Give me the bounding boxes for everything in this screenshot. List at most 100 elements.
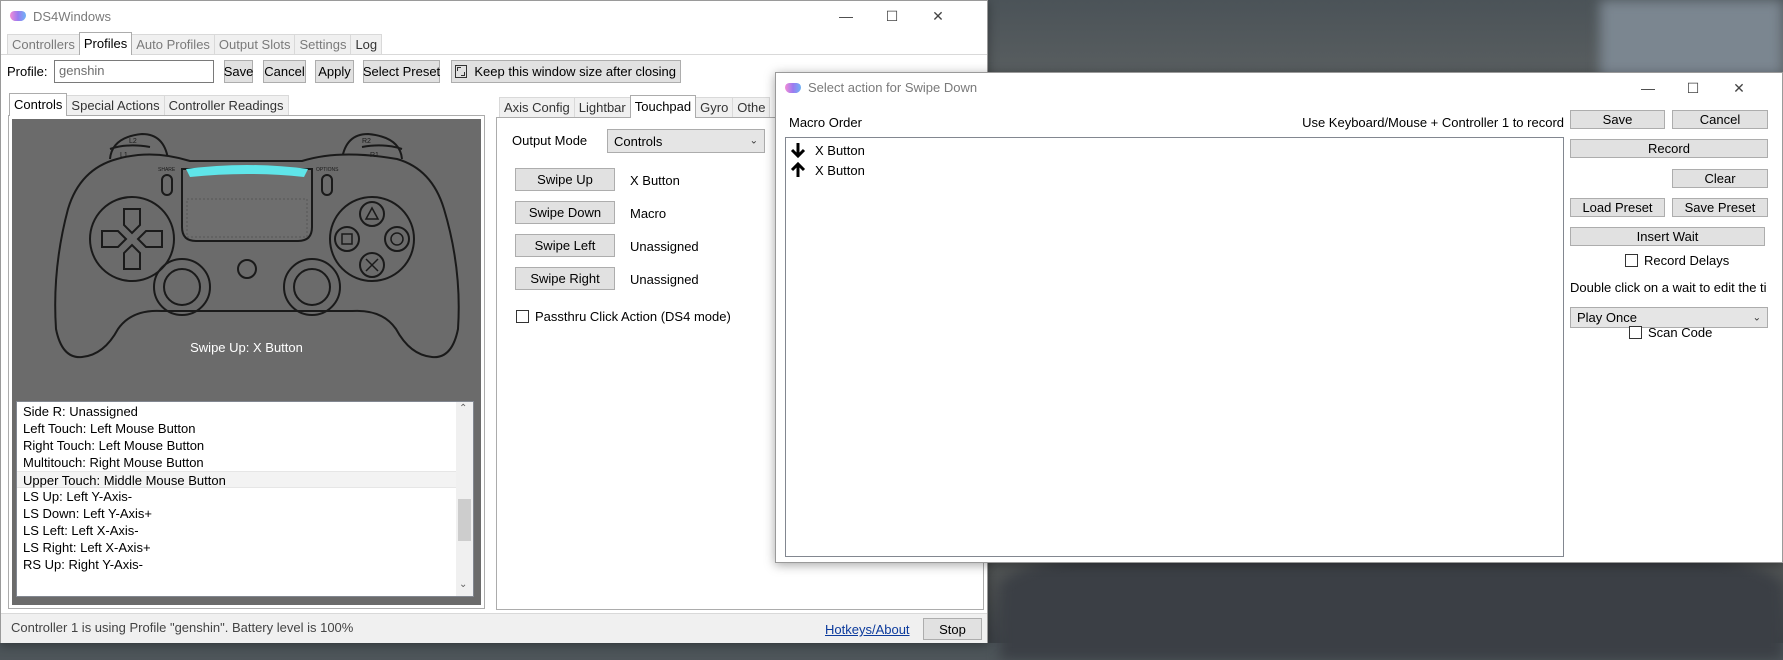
r1-label: R1: [370, 152, 379, 159]
scan-code-row: Scan Code: [1629, 325, 1712, 340]
swipe-down-value: Macro: [630, 206, 667, 221]
macro-item-label: X Button: [815, 142, 865, 158]
list-item[interactable]: Left Touch: Left Mouse Button: [17, 420, 457, 437]
scroll-down-icon[interactable]: ⌄: [459, 579, 467, 590]
output-mode-select[interactable]: Controls ⌄: [607, 129, 765, 153]
wait-hint-clip: Double click on a wait to edit the ti: [1570, 280, 1782, 295]
tab-special-actions[interactable]: Special Actions: [66, 95, 165, 116]
list-item[interactable]: Multitouch: Right Mouse Button: [17, 454, 457, 471]
main-tabs: Controllers Profiles Auto Profiles Outpu…: [7, 32, 383, 55]
swipe-down-button[interactable]: Swipe Down: [515, 201, 615, 224]
passthru-checkbox[interactable]: [516, 310, 529, 323]
clear-button[interactable]: Clear: [1672, 169, 1768, 188]
tab-lightbar[interactable]: Lightbar: [573, 97, 631, 118]
status-text: Controller 1 is using Profile "genshin".…: [11, 620, 354, 635]
minimize-button[interactable]: —: [1625, 73, 1671, 103]
swipe-left-button[interactable]: Swipe Left: [515, 234, 615, 257]
record-delays-row: Record Delays: [1625, 253, 1729, 268]
select-preset-button[interactable]: Select Preset: [363, 60, 440, 83]
macro-list[interactable]: X Button X Button: [785, 137, 1564, 557]
scroll-up-icon[interactable]: ⌃: [459, 403, 467, 414]
load-preset-button[interactable]: Load Preset: [1570, 198, 1665, 217]
l2-label: L2: [129, 138, 137, 145]
list-item[interactable]: RS Up: Right Y-Axis-: [17, 556, 457, 573]
tab-gyro[interactable]: Gyro: [695, 97, 734, 118]
passthru-row: Passthru Click Action (DS4 mode): [516, 309, 731, 324]
swipe-right-button[interactable]: Swipe Right: [515, 267, 615, 290]
stop-button[interactable]: Stop: [923, 618, 982, 640]
ds4windows-app-icon: [785, 81, 801, 95]
tab-controls[interactable]: Controls: [9, 93, 68, 116]
scan-code-label: Scan Code: [1648, 325, 1713, 340]
save-preset-button[interactable]: Save Preset: [1672, 198, 1768, 217]
tab-divider: [1, 54, 987, 55]
output-mode-value: Controls: [614, 133, 663, 149]
macro-order-label: Macro Order: [789, 115, 862, 130]
tab-auto-profiles[interactable]: Auto Profiles: [131, 34, 215, 55]
list-item[interactable]: LS Left: Left X-Axis-: [17, 522, 457, 539]
output-mode-label: Output Mode: [512, 133, 588, 148]
tab-settings[interactable]: Settings: [294, 34, 352, 55]
keep-window-size-button[interactable]: Keep this window size after closing: [451, 60, 681, 83]
cancel-button[interactable]: Cancel: [263, 60, 306, 83]
dialog-save-button[interactable]: Save: [1570, 110, 1665, 129]
tab-other[interactable]: Othe: [732, 97, 771, 118]
close-button[interactable]: ✕: [915, 1, 961, 31]
tab-log[interactable]: Log: [350, 34, 383, 55]
scroll-thumb[interactable]: [458, 499, 471, 541]
tab-output-slots[interactable]: Output Slots: [213, 34, 296, 55]
l1-label: L1: [120, 152, 128, 159]
swipe-up-button[interactable]: Swipe Up: [515, 168, 615, 191]
tab-axis-config[interactable]: Axis Config: [499, 97, 575, 118]
list-item[interactable]: LS Right: Left X-Axis+: [17, 539, 457, 556]
tab-controllers[interactable]: Controllers: [7, 34, 80, 55]
controller-image: L2 L1 R2 R1 SHARE OPTIONS: [54, 132, 460, 359]
swipe-left-value: Unassigned: [630, 239, 699, 254]
list-scrollbar[interactable]: ⌃ ⌄: [456, 402, 473, 596]
list-item[interactable]: Side R: Unassigned: [17, 403, 457, 420]
list-item[interactable]: LS Up: Left Y-Axis-: [17, 488, 457, 505]
status-bar: Controller 1 is using Profile "genshin".…: [1, 613, 987, 643]
mapping-list[interactable]: Side R: Unassigned Left Touch: Left Mous…: [16, 401, 474, 597]
play-mode-value: Play Once: [1577, 310, 1637, 325]
record-button[interactable]: Record: [1570, 139, 1768, 158]
hotkeys-about-link[interactable]: Hotkeys/About: [825, 622, 910, 637]
ds4windows-app-icon: [10, 9, 26, 23]
chevron-down-icon: ⌄: [1752, 312, 1761, 323]
chevron-down-icon: ⌄: [749, 135, 758, 147]
arrow-up-icon: [790, 161, 806, 177]
list-item[interactable]: Right Touch: Left Mouse Button: [17, 437, 457, 454]
dialog-titlebar: Select action for Swipe Down — ☐ ✕: [776, 73, 1782, 102]
dialog-cancel-button[interactable]: Cancel: [1672, 110, 1768, 129]
close-button[interactable]: ✕: [1716, 73, 1762, 103]
list-item[interactable]: LS Down: Left Y-Axis+: [17, 505, 457, 522]
record-hint: Use Keyboard/Mouse + Controller 1 to rec…: [1302, 115, 1564, 130]
maximize-button[interactable]: ☐: [1670, 73, 1716, 103]
keep-window-size-label: Keep this window size after closing: [474, 64, 676, 79]
insert-wait-button[interactable]: Insert Wait: [1570, 227, 1765, 246]
scan-code-checkbox[interactable]: [1629, 326, 1642, 339]
swipe-up-value: X Button: [630, 173, 680, 188]
tab-profiles[interactable]: Profiles: [78, 32, 133, 55]
passthru-label: Passthru Click Action (DS4 mode): [535, 309, 731, 324]
main-titlebar: DS4Windows — ☐ ✕: [1, 1, 987, 31]
r2-label: R2: [362, 138, 371, 145]
list-item-selected[interactable]: Upper Touch: Middle Mouse Button: [17, 471, 457, 488]
tab-touchpad[interactable]: Touchpad: [629, 95, 697, 118]
minimize-button[interactable]: —: [823, 1, 869, 31]
profile-label: Profile:: [7, 64, 48, 79]
macro-item[interactable]: X Button: [789, 160, 865, 180]
left-subtabs: Controls Special Actions Controller Read…: [9, 93, 289, 116]
save-button[interactable]: Save: [224, 60, 253, 83]
right-subtabs: Axis Config Lightbar Touchpad Gyro Othe: [499, 95, 771, 118]
tab-controller-readings[interactable]: Controller Readings: [163, 95, 289, 116]
mapping-rows: Side R: Unassigned Left Touch: Left Mous…: [17, 403, 457, 573]
maximize-button[interactable]: ☐: [869, 1, 915, 31]
window-size-icon: [455, 65, 468, 78]
macro-item[interactable]: X Button: [789, 140, 865, 160]
record-delays-checkbox[interactable]: [1625, 254, 1638, 267]
profile-name-input[interactable]: genshin: [54, 60, 214, 83]
macro-dialog: Select action for Swipe Down — ☐ ✕ Macro…: [775, 72, 1783, 563]
apply-button[interactable]: Apply: [315, 60, 354, 83]
dialog-title: Select action for Swipe Down: [808, 80, 978, 95]
